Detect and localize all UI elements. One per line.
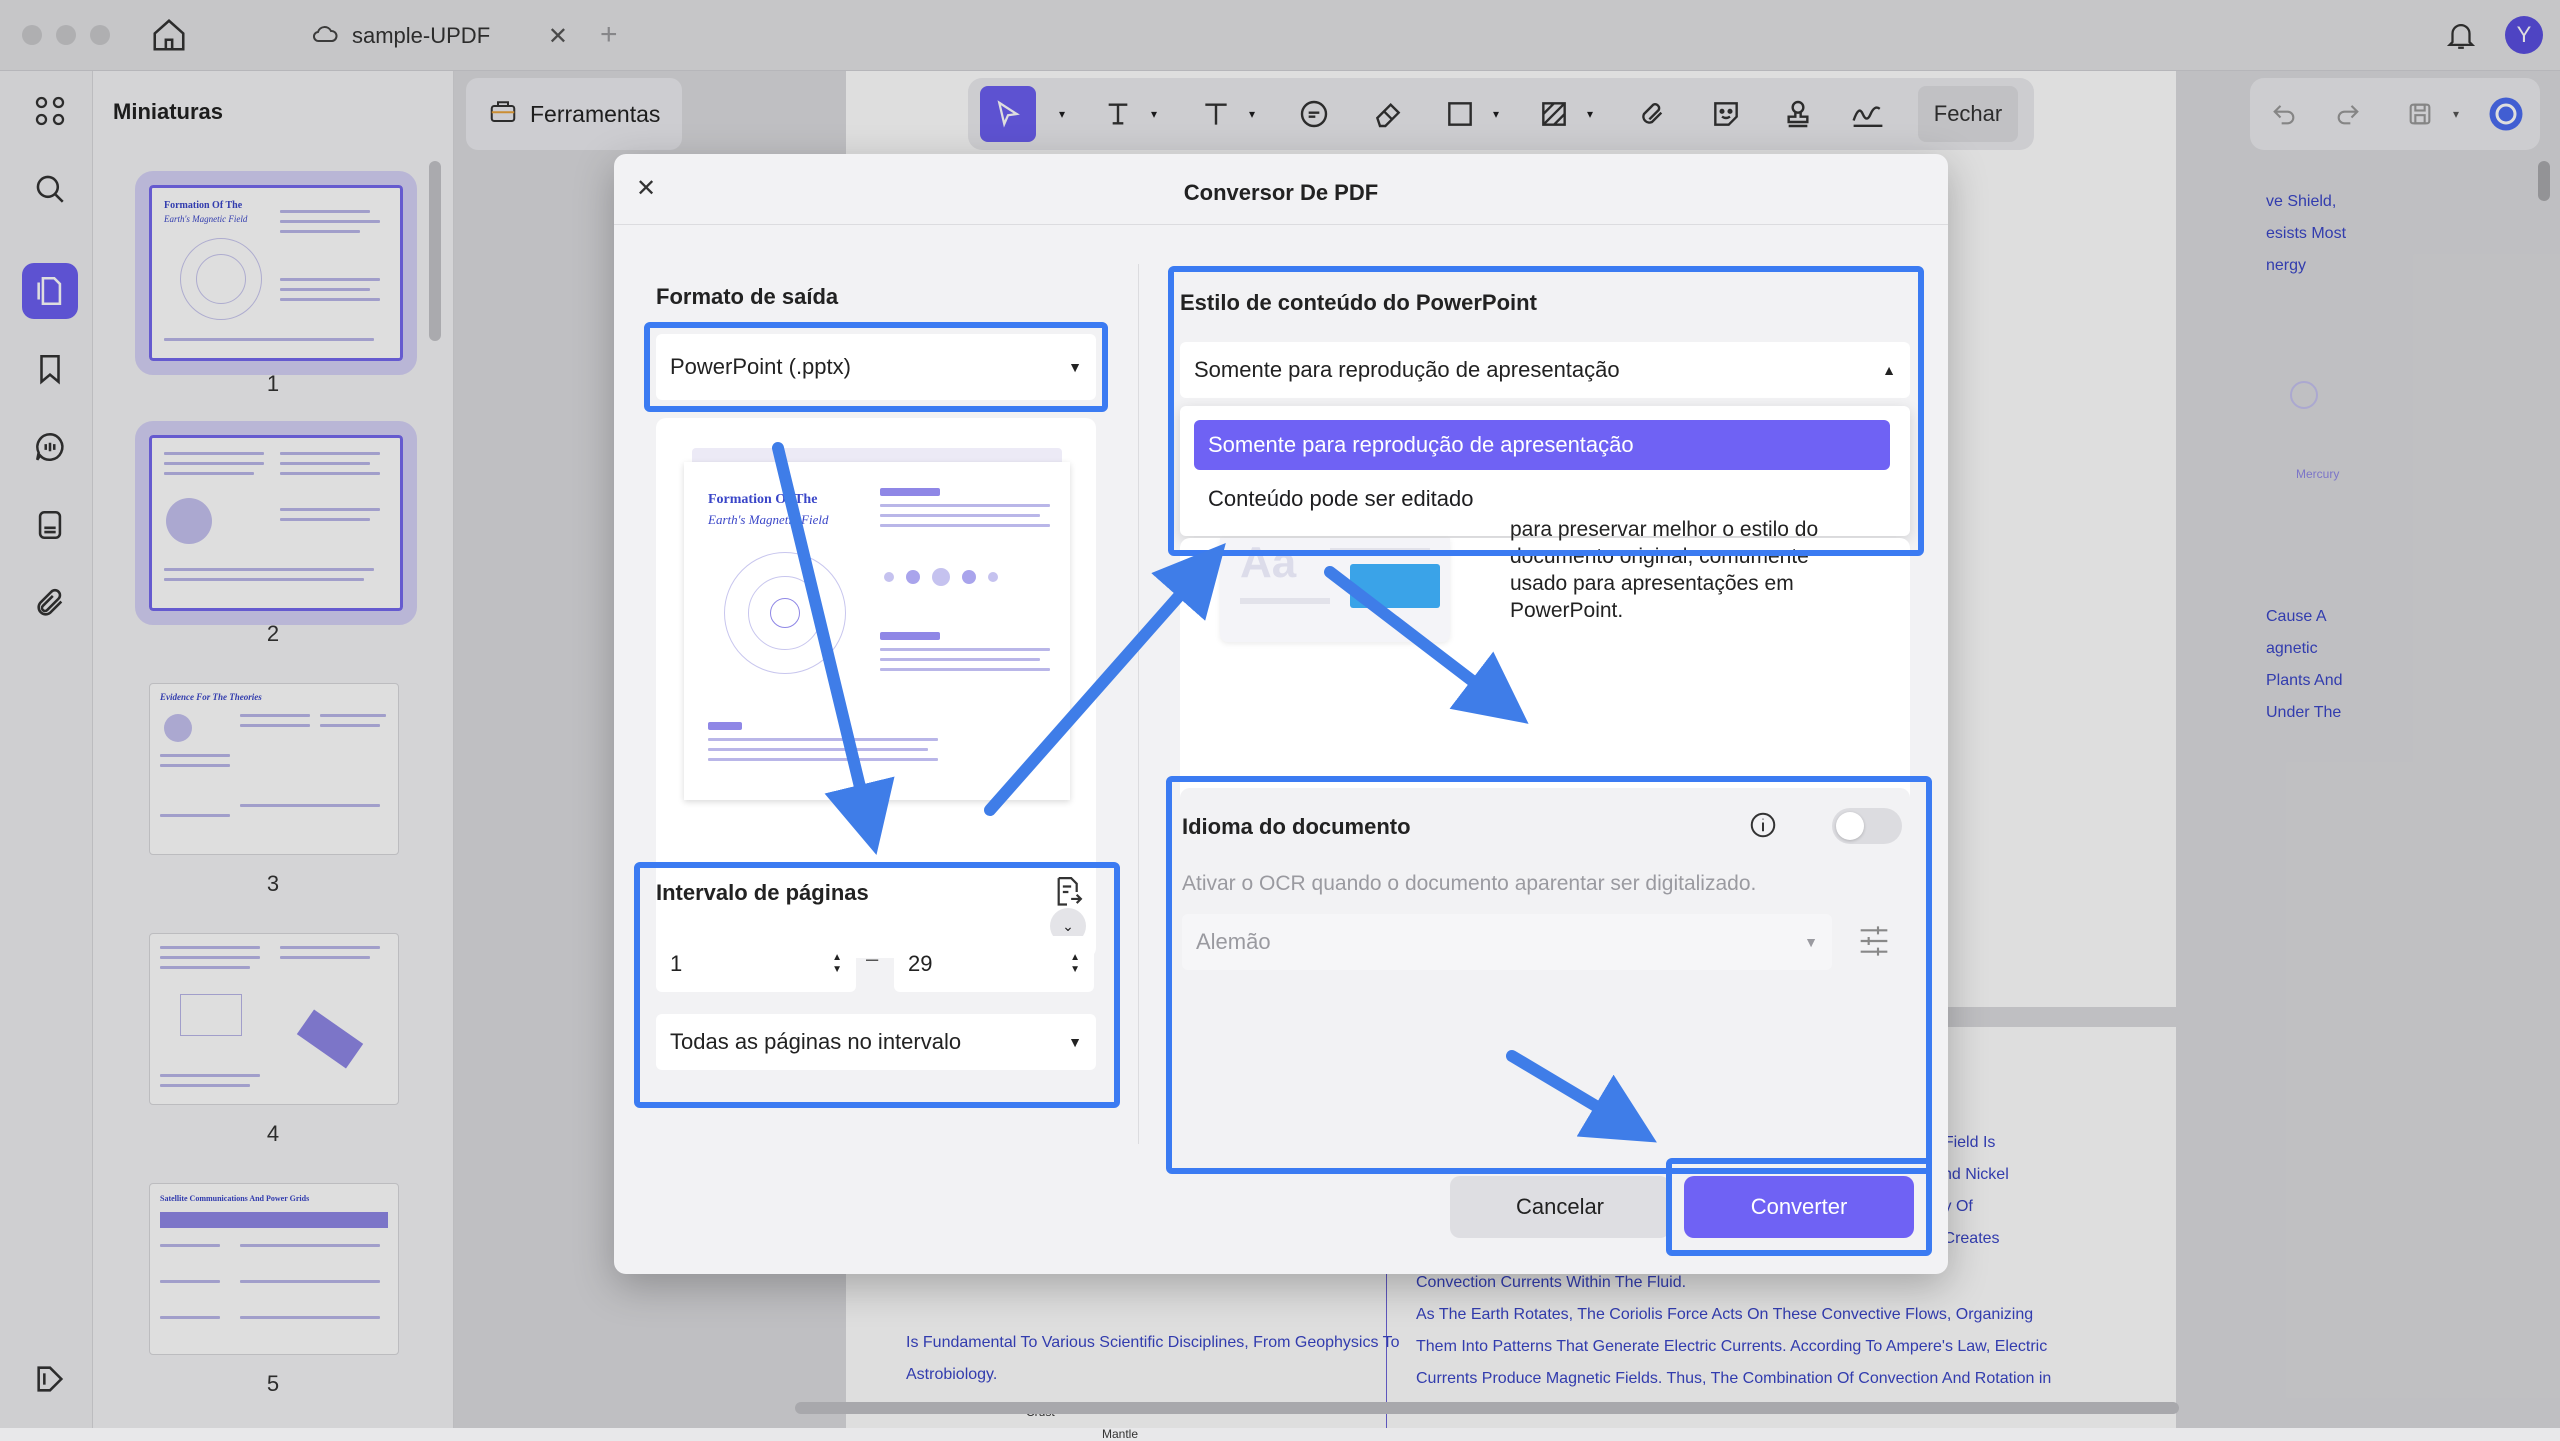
page-subset-value: Todas as páginas no intervalo	[670, 1029, 962, 1054]
output-format-label: Formato de saída	[656, 284, 839, 309]
output-format-select[interactable]: PowerPoint (.pptx) ▼	[656, 334, 1096, 400]
dialog-title: Conversor De PDF	[1183, 180, 1379, 205]
convert-button[interactable]: Converter	[1684, 1176, 1914, 1238]
language-value: Alemão	[1196, 929, 1271, 954]
info-icon[interactable]	[1748, 810, 1778, 845]
output-format-value: PowerPoint (.pptx)	[670, 354, 851, 379]
dropdown-caret-icon: ▼	[1068, 359, 1082, 375]
page-range-swap-icon[interactable]	[1050, 874, 1084, 915]
range-dash: –	[866, 946, 879, 971]
preview-page: Formation Of The Earth's Magnetic Field	[684, 462, 1070, 800]
page-range-label: Intervalo de páginas	[656, 880, 869, 905]
pdf-converter-dialog: ✕ Conversor De PDF Formato de saída Powe…	[614, 154, 1948, 1274]
page-subset-select[interactable]: Todas as páginas no intervalo ▼	[656, 1014, 1096, 1070]
toggle-knob	[1836, 812, 1864, 840]
ocr-toggle[interactable]	[1832, 808, 1902, 844]
divider	[614, 224, 1948, 225]
dropdown-caret-icon: ▼	[1068, 1034, 1082, 1050]
divider	[1138, 264, 1139, 1144]
page-from-input[interactable]: 1 ▲ ▼	[656, 936, 856, 992]
settings-sliders-icon[interactable]	[1858, 922, 1890, 965]
cancel-button[interactable]: Cancelar	[1450, 1176, 1670, 1238]
page-to-input[interactable]: 29 ▲ ▼	[894, 936, 1094, 992]
page-to-value: 29	[908, 951, 933, 976]
stepper-icon[interactable]: ▲ ▼	[1070, 952, 1080, 976]
language-select[interactable]: Alemão ▼	[1182, 914, 1832, 970]
highlight-box	[1168, 266, 1924, 556]
diagram-label: Mantle	[1102, 1427, 1139, 1441]
ocr-hint: Ativar o OCR quando o documento aparenta…	[1182, 872, 1757, 895]
language-label: Idioma do documento	[1182, 814, 1411, 839]
stepper-icon[interactable]: ▲ ▼	[832, 952, 842, 976]
page-from-value: 1	[670, 951, 683, 976]
dropdown-caret-icon: ▼	[1804, 934, 1818, 950]
